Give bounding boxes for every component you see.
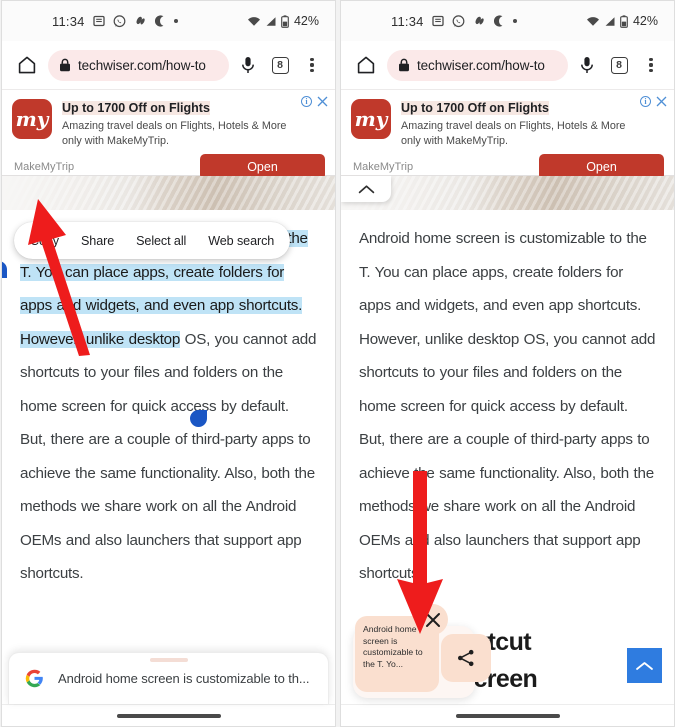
battery-icon (620, 14, 628, 28)
ad-choices-icon[interactable]: i (301, 96, 312, 107)
article-hero-image (341, 176, 674, 210)
article-content: Android home screen is customizable to t… (2, 210, 335, 591)
collapse-toolbar-button[interactable] (341, 176, 391, 202)
status-time: 11:34 (391, 13, 424, 29)
document-icon (92, 15, 105, 27)
url-text: techwiser.com/how-to (78, 57, 206, 73)
article-content: Android home screen is customizable to t… (341, 210, 674, 591)
close-icon (425, 612, 440, 627)
wifi-icon (247, 16, 261, 27)
advertisement-banner[interactable]: i my Up to 1700 Off on Flights Amazing t… (341, 89, 674, 181)
close-icon[interactable] (317, 96, 328, 107)
ad-description: Amazing travel deals on Flights, Hotels … (401, 120, 626, 147)
selection-handle-end[interactable] (190, 410, 207, 427)
advertiser-name: MakeMyTrip (14, 161, 75, 174)
advertiser-logo: my (351, 99, 391, 139)
tab-count: 8 (610, 56, 628, 74)
clipboard-dismiss-button[interactable] (417, 604, 448, 635)
home-icon[interactable] (351, 50, 381, 80)
url-bar[interactable]: techwiser.com/how-to (387, 49, 568, 81)
lock-icon (398, 58, 410, 72)
kebab-menu-icon[interactable] (299, 50, 325, 80)
google-g-icon (25, 669, 44, 688)
selection-handle-start[interactable] (2, 261, 7, 278)
close-icon[interactable] (656, 96, 667, 107)
ad-description: Amazing travel deals on Flights, Hotels … (62, 120, 287, 147)
tab-switcher-button[interactable]: 8 (606, 50, 632, 80)
url-bar[interactable]: techwiser.com/how-to (48, 49, 229, 81)
whatsapp-icon (452, 14, 465, 28)
status-bar-right: 42% (586, 14, 658, 28)
crescent-moon-icon (493, 15, 505, 27)
wifi-icon (586, 16, 600, 27)
dot-icon (512, 19, 517, 23)
article-hero-image (2, 176, 335, 210)
chevron-up-icon (636, 661, 653, 670)
document-icon (431, 15, 444, 27)
sheet-grabber[interactable] (149, 658, 188, 662)
share-icon (458, 649, 474, 667)
home-gesture-pill[interactable] (455, 713, 560, 718)
status-bar-left: 11:34 (391, 14, 517, 29)
system-navigation-bar (2, 704, 335, 726)
menu-item-copy[interactable]: Copy (30, 234, 59, 248)
right-phone-screenshot: 11:34 42% techwiser.com/how-to 8 i my Up… (340, 0, 675, 727)
microphone-icon[interactable] (574, 50, 600, 80)
browser-toolbar: techwiser.com/how-to 8 (2, 41, 335, 89)
left-phone-screenshot: 11:34 42% techwiser.com/how-to 8 i my Up… (1, 0, 336, 727)
status-time: 11:34 (52, 13, 85, 29)
ad-body: my Up to 1700 Off on Flights Amazing tra… (351, 99, 664, 148)
clipboard-chip-text: Android home screen is customizable to t… (363, 624, 423, 669)
home-gesture-pill[interactable] (116, 713, 221, 718)
url-text: techwiser.com/how-to (417, 57, 545, 73)
article-paragraph[interactable]: Android home screen is customizable to t… (359, 222, 656, 591)
home-icon[interactable] (12, 50, 42, 80)
text-selection-context-menu: Copy Share Select all Web search (14, 222, 291, 259)
chevron-up-icon (358, 184, 374, 193)
kebab-menu-icon[interactable] (638, 50, 664, 80)
battery-percent: 42% (293, 14, 319, 28)
signal-icon (265, 16, 277, 27)
scroll-to-top-button[interactable] (627, 648, 662, 683)
status-bar: 11:34 42% (2, 1, 335, 41)
advertiser-name: MakeMyTrip (353, 161, 414, 174)
system-navigation-bar (341, 704, 674, 726)
menu-item-select-all[interactable]: Select all (136, 234, 186, 248)
screenshot-canvas: 11:34 42% techwiser.com/how-to 8 i my Up… (0, 0, 675, 727)
ad-body: my Up to 1700 Off on Flights Amazing tra… (12, 99, 325, 148)
tab-switcher-button[interactable]: 8 (267, 50, 293, 80)
ad-headline: Up to 1700 Off on Flights (401, 101, 549, 115)
pinterest-icon (473, 15, 486, 28)
ad-headline: Up to 1700 Off on Flights (62, 101, 210, 115)
browser-toolbar: techwiser.com/how-to 8 (341, 41, 674, 89)
ad-choices-icon[interactable]: i (640, 96, 651, 107)
status-bar: 11:34 42% (341, 1, 674, 41)
lock-icon (59, 58, 71, 72)
ad-copy: Up to 1700 Off on Flights Amazing travel… (62, 99, 297, 148)
tab-count: 8 (271, 56, 289, 74)
menu-item-share[interactable]: Share (81, 234, 114, 248)
ad-corner-controls: i (640, 96, 667, 107)
status-bar-right: 42% (247, 14, 319, 28)
dot-icon (173, 19, 178, 23)
pinterest-icon (134, 15, 147, 28)
signal-icon (604, 16, 616, 27)
article-paragraph[interactable]: Android home screen is customizable to t… (20, 222, 317, 591)
advertisement-banner[interactable]: i my Up to 1700 Off on Flights Amazing t… (2, 89, 335, 181)
google-search-query: Android home screen is customizable to t… (58, 671, 310, 686)
battery-icon (281, 14, 289, 28)
google-search-bar[interactable]: Android home screen is customizable to t… (8, 652, 329, 704)
microphone-icon[interactable] (235, 50, 261, 80)
ad-copy: Up to 1700 Off on Flights Amazing travel… (401, 99, 636, 148)
menu-item-web-search[interactable]: Web search (208, 234, 274, 248)
clipboard-share-button[interactable] (441, 634, 491, 682)
status-bar-left: 11:34 (52, 14, 178, 29)
crescent-moon-icon (154, 15, 166, 27)
advertiser-logo: my (12, 99, 52, 139)
unselected-text[interactable]: OS, you cannot add shortcuts to your fil… (20, 331, 316, 583)
battery-percent: 42% (632, 14, 658, 28)
ad-corner-controls: i (301, 96, 328, 107)
whatsapp-icon (113, 14, 126, 28)
image-fade-overlay (2, 176, 162, 210)
